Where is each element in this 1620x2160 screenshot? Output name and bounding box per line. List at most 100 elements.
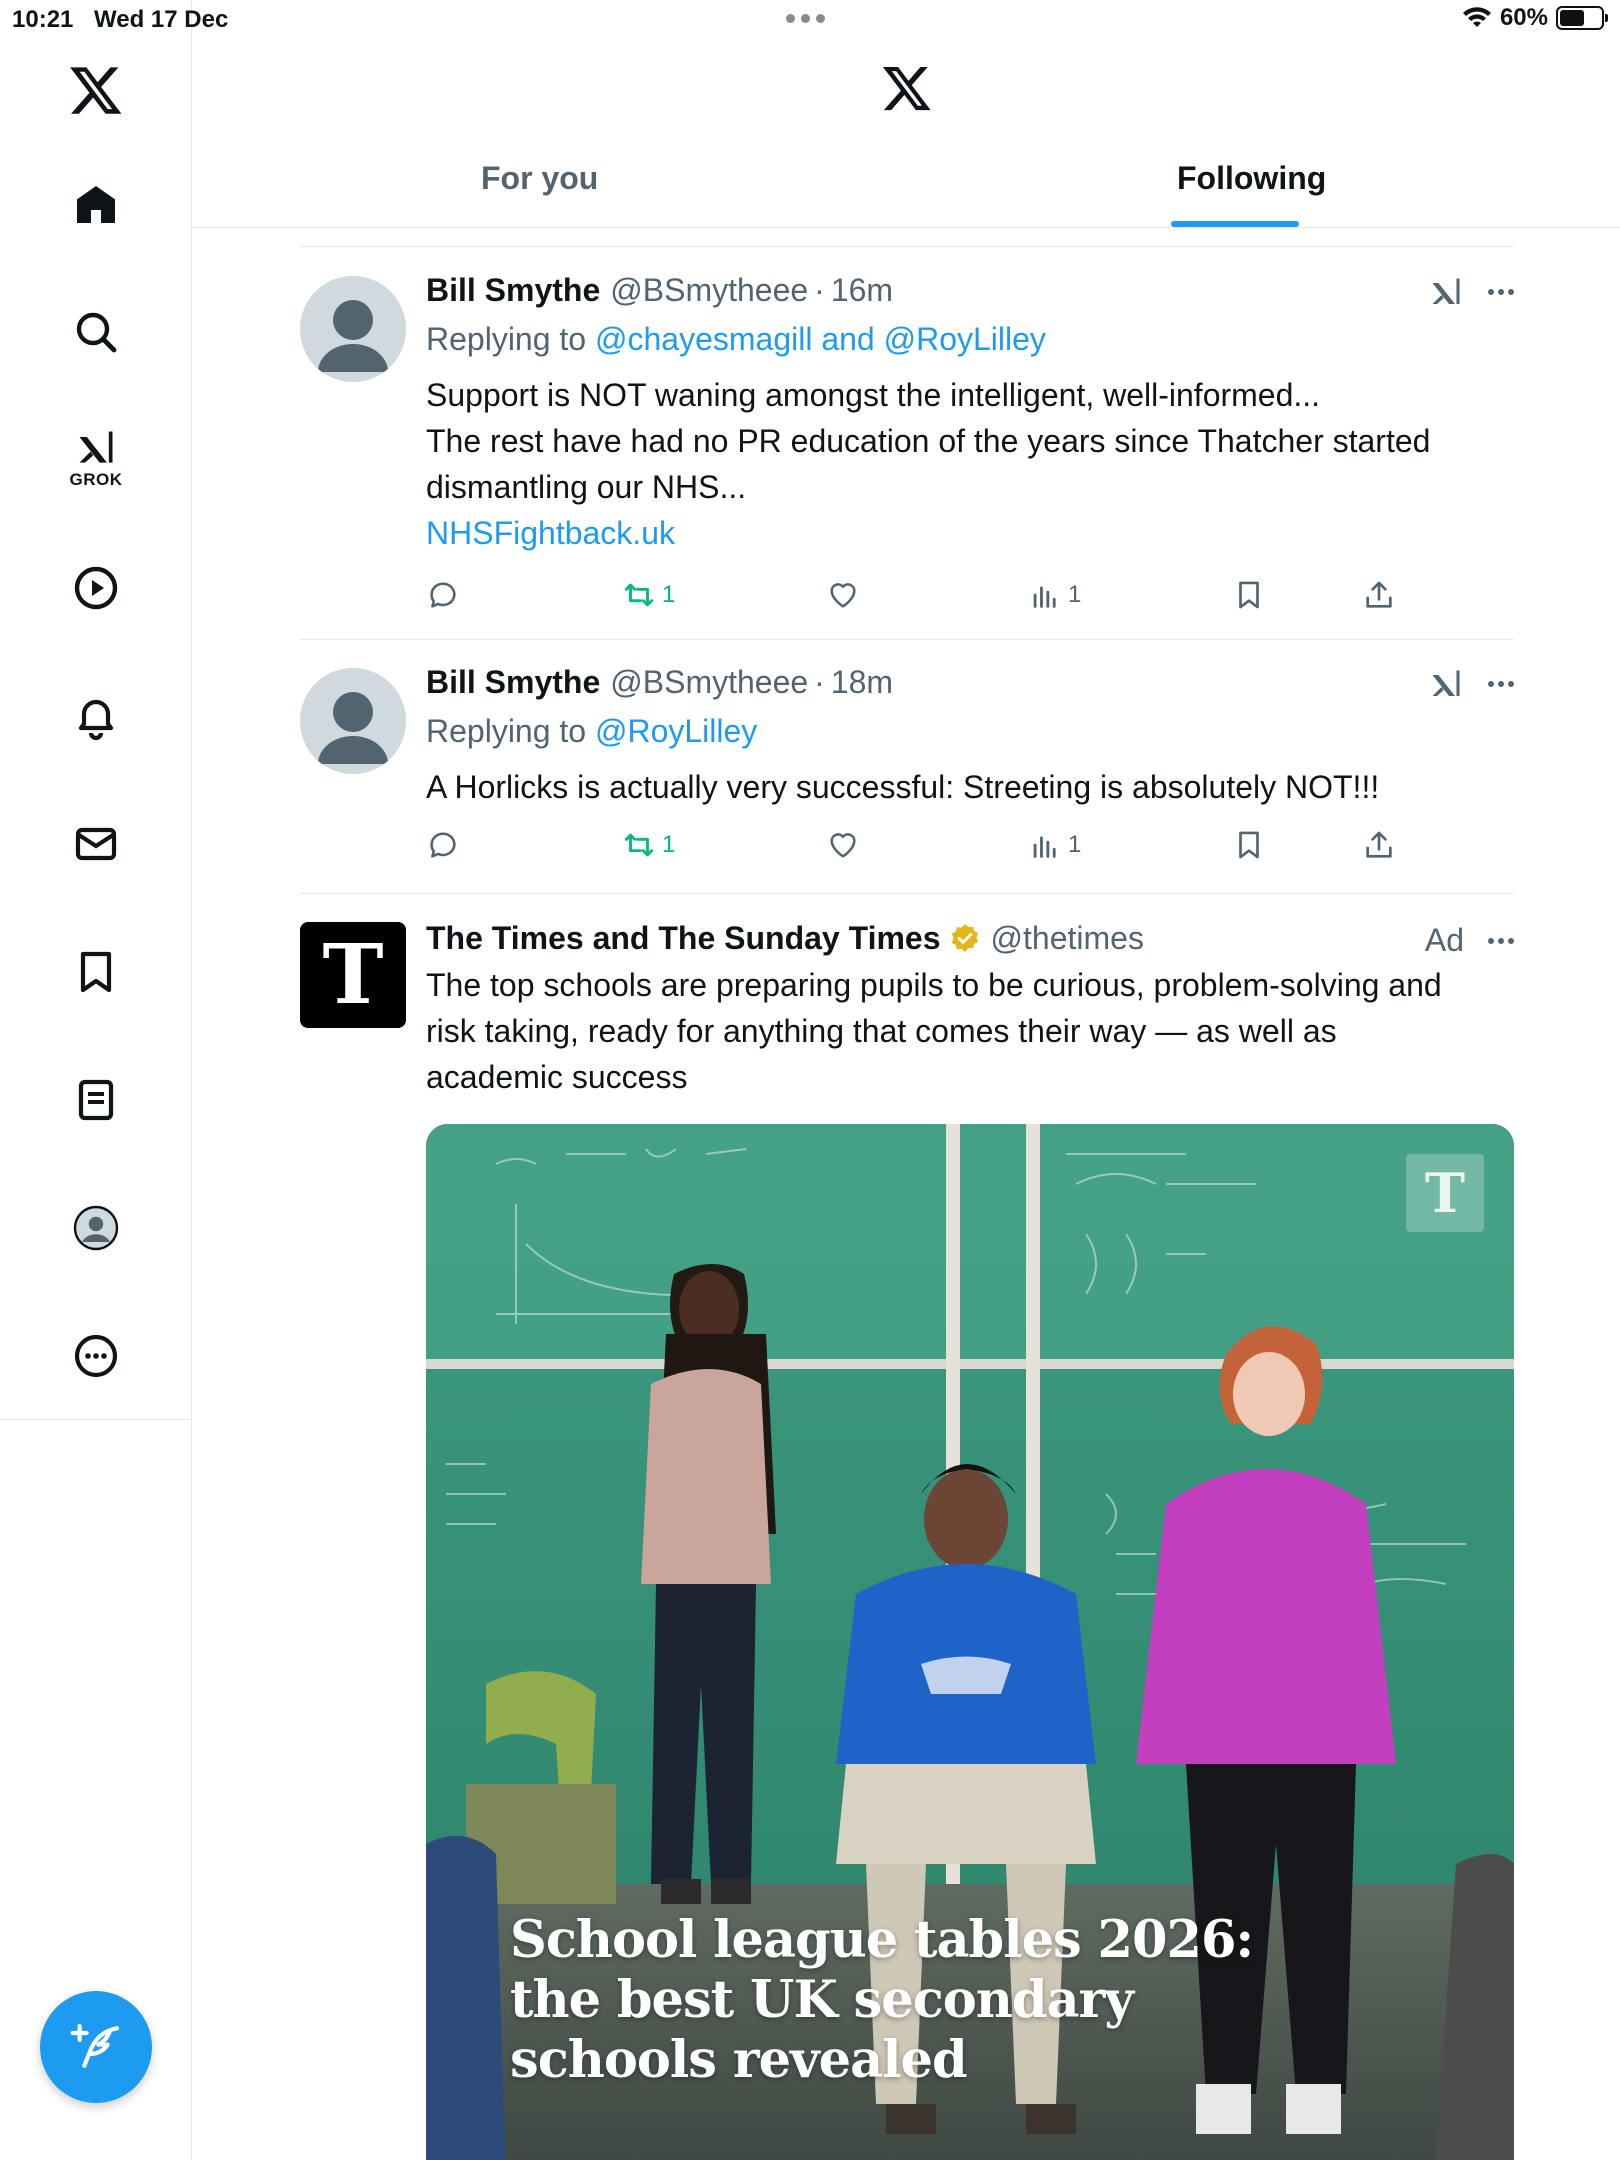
times-watermark-icon: T (1406, 1154, 1484, 1232)
views-count: 1 (1068, 581, 1082, 608)
sidebar-item-more[interactable] (0, 1311, 192, 1401)
tweet-text: Support is NOT waning amongst the intell… (426, 372, 1514, 556)
sidebar-item-profile[interactable] (0, 1183, 192, 1273)
author-handle[interactable]: @thetimes (991, 920, 1144, 957)
times-logo-icon[interactable]: T (300, 922, 406, 1028)
sidebar-item-bookmarks[interactable] (0, 927, 192, 1017)
ad-tweet[interactable]: T The Times and The Sunday Times @thetim… (300, 914, 1514, 1124)
bookmark-icon (80, 951, 112, 993)
sidebar-item-video[interactable] (0, 543, 192, 633)
more-options-icon[interactable] (1488, 289, 1514, 295)
home-icon (77, 186, 115, 223)
compose-button[interactable] (40, 1991, 152, 2103)
tweet-divider (300, 893, 1514, 894)
reply-mentions[interactable]: @chayesmagill and @RoyLilley (595, 321, 1046, 357)
like-button[interactable] (826, 828, 860, 862)
tab-for-you[interactable]: For you (481, 160, 598, 197)
verified-badge-icon (951, 924, 978, 952)
sidebar-divider (0, 1419, 192, 1420)
views-count: 1 (1068, 831, 1082, 858)
bookmark-button[interactable] (1232, 578, 1266, 612)
sidebar-item-messages[interactable] (0, 799, 192, 889)
ad-label: Ad (1424, 922, 1464, 958)
share-button[interactable] (1362, 828, 1396, 862)
tweet-time[interactable]: 16m (831, 272, 893, 309)
retweet-button[interactable]: 1 (622, 828, 675, 862)
more-options-icon[interactable] (1488, 681, 1514, 687)
play-icon (74, 566, 118, 610)
author-name[interactable]: The Times and The Sunday Times (426, 920, 941, 957)
grok-icon (79, 431, 113, 463)
sidebar-item-notifications[interactable] (0, 671, 192, 761)
tweet-menu (1428, 666, 1514, 702)
tweet-divider (300, 639, 1514, 640)
author-handle[interactable]: @BSmytheee (610, 664, 808, 701)
battery-percent: 60% (1499, 4, 1548, 31)
reply-icon (430, 582, 456, 608)
sidebar: GROK (0, 0, 192, 2160)
replying-to: Replying to @chayesmagill and @RoyLilley (426, 321, 1046, 357)
sidebar-item-home[interactable] (0, 160, 192, 250)
avatar[interactable] (300, 668, 406, 774)
compose-icon (70, 2023, 120, 2068)
tweet[interactable]: Bill Smythe @BSmytheee · 16m Replying to… (300, 266, 1514, 636)
retweet-icon (624, 583, 654, 607)
views-icon (1033, 836, 1056, 858)
author-handle[interactable]: @BSmytheee (610, 272, 808, 309)
tweet-menu: Ad (1425, 922, 1514, 959)
tweet-link[interactable]: NHSFightback.uk (426, 510, 1514, 556)
share-icon (1366, 831, 1392, 858)
views-button[interactable]: 1 (1028, 828, 1081, 862)
more-icon (74, 1334, 118, 1378)
tweet-header: Bill Smythe @BSmytheee · 16m (426, 271, 894, 309)
wifi-icon (1462, 7, 1491, 27)
x-logo-icon (882, 66, 931, 111)
retweet-icon (624, 833, 654, 857)
replying-to: Replying to @RoyLilley (426, 713, 758, 749)
x-logo-icon[interactable] (66, 62, 126, 118)
list-icon (78, 1079, 114, 1121)
feed-divider (300, 246, 1514, 247)
grok-icon[interactable] (1428, 666, 1464, 702)
reply-button[interactable] (426, 578, 460, 612)
author-name[interactable]: Bill Smythe (426, 272, 600, 309)
views-button[interactable]: 1 (1028, 578, 1081, 612)
sidebar-item-lists[interactable] (0, 1055, 192, 1145)
reply-mentions[interactable]: @RoyLilley (595, 713, 757, 749)
tweet-text: A Horlicks is actually very successful: … (426, 769, 1380, 805)
tweet-text: The top schools are preparing pupils to … (426, 967, 1442, 1095)
sidebar-item-grok[interactable]: GROK (0, 413, 192, 503)
share-icon (1366, 581, 1392, 608)
tab-following[interactable]: Following (1177, 160, 1326, 197)
retweet-button[interactable]: 1 (622, 578, 675, 612)
multitasking-dots-icon[interactable] (786, 14, 825, 23)
avatar[interactable] (300, 276, 406, 382)
ad-image[interactable]: T School league tables 2026: the best UK… (426, 1124, 1514, 2160)
battery-icon (1556, 6, 1608, 30)
like-button[interactable] (826, 578, 860, 612)
bookmark-icon (1239, 581, 1259, 609)
author-name[interactable]: Bill Smythe (426, 664, 600, 701)
bookmark-icon (1239, 831, 1259, 859)
grok-icon[interactable] (1428, 274, 1464, 310)
reply-button[interactable] (426, 828, 460, 862)
tab-indicator (1171, 221, 1299, 227)
share-button[interactable] (1362, 578, 1396, 612)
more-options-icon[interactable] (1488, 937, 1514, 944)
search-icon (76, 312, 117, 353)
ad-headline: School league tables 2026: the best UK s… (510, 1910, 1254, 2090)
mail-icon (75, 827, 117, 861)
tweet-time[interactable]: 18m (831, 664, 893, 701)
bell-icon (78, 699, 114, 740)
heart-icon (830, 583, 856, 608)
reply-icon (430, 832, 456, 858)
avatar-icon (73, 1205, 119, 1251)
heart-icon (830, 833, 856, 858)
tweet-actions: 1 1 (426, 828, 1426, 878)
grok-label: GROK (69, 470, 123, 489)
sidebar-item-explore[interactable] (0, 287, 192, 377)
status-date: Wed 17 Dec (94, 6, 229, 33)
bookmark-button[interactable] (1232, 828, 1266, 862)
tweet[interactable]: Bill Smythe @BSmytheee · 18m Replying to… (300, 658, 1514, 888)
status-time: 10:21 (12, 6, 74, 33)
